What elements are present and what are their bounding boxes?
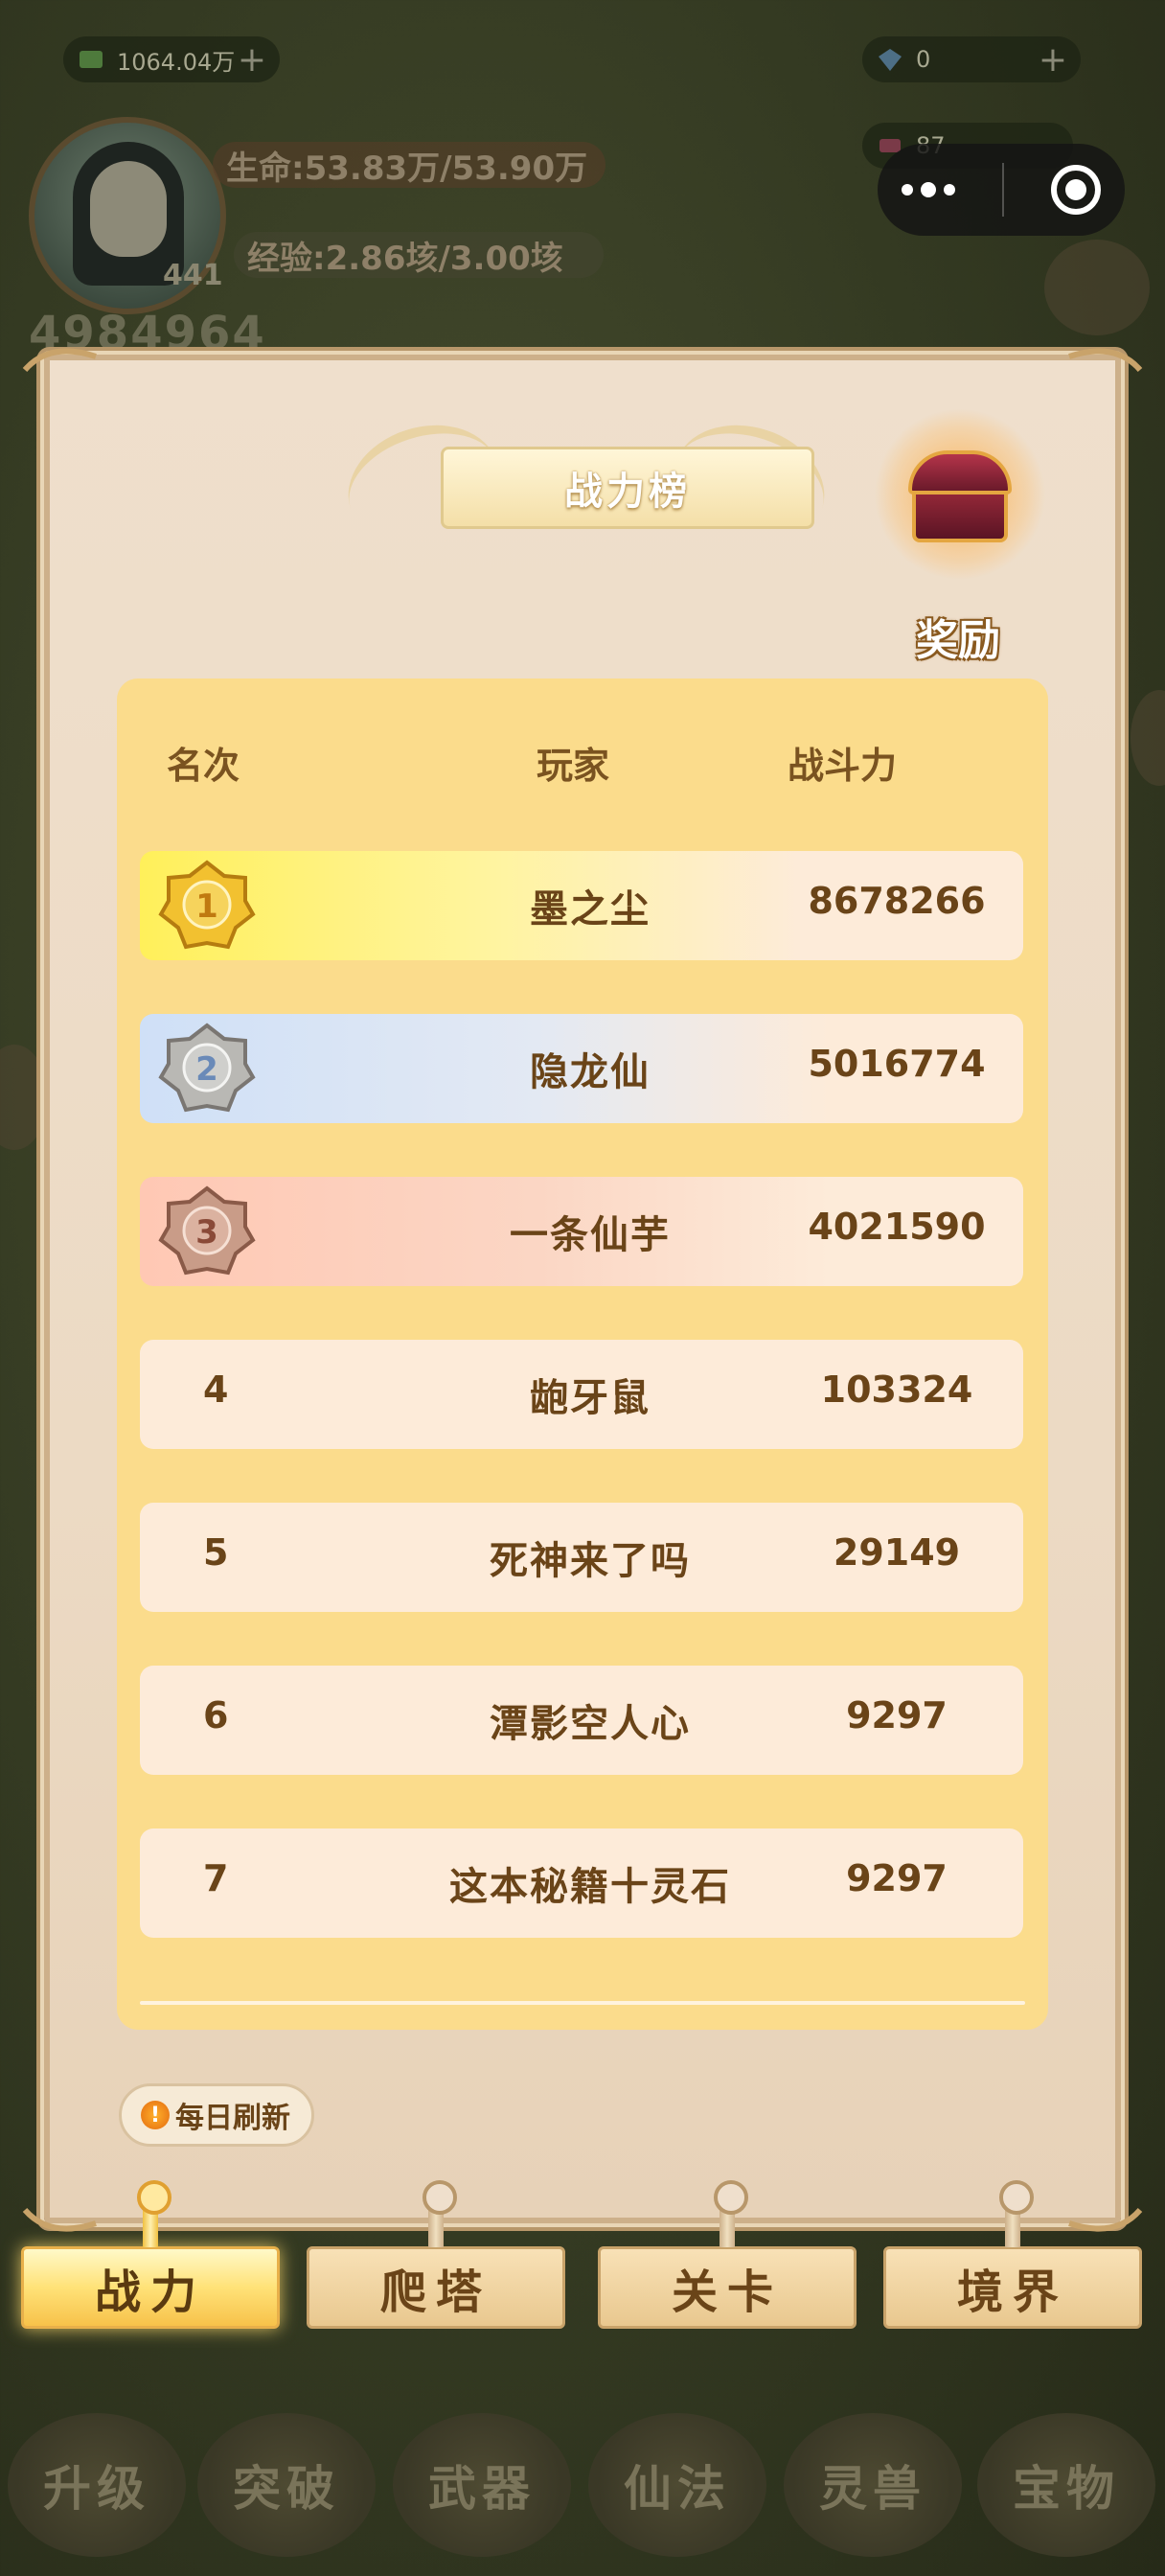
tab-stage[interactable]: 关卡 (598, 2180, 857, 2329)
player-name: 死神来了吗 (490, 1539, 691, 1583)
mini-program-capsule (878, 144, 1125, 236)
rank-number: 6 (203, 1694, 229, 1736)
header-power: 战斗力 (788, 745, 898, 787)
leaderboard-panel: 战力榜 奖励 名次 玩家 战斗力 1 墨之尘 8678266 2 隐龙仙 501… (22, 348, 1143, 2232)
tab-label: 爬塔 (379, 2266, 491, 2319)
player-power: 9297 (846, 1857, 948, 1899)
header-player: 玩家 (537, 745, 610, 787)
player-name: 龅牙鼠 (530, 1376, 651, 1420)
nav-upgrade-button[interactable]: 升级 (8, 2413, 186, 2557)
add-currency-button[interactable]: + (238, 40, 266, 80)
cash-icon (80, 51, 103, 68)
panel-title: 战力榜 (441, 447, 814, 529)
rank-number: 4 (203, 1368, 229, 1411)
table-row[interactable]: 3 一条仙芋 4021590 (140, 1177, 1023, 1286)
gold-medal-icon: 1 (157, 857, 257, 956)
reward-label[interactable]: 奖励 (916, 606, 1000, 667)
tab-label: 境界 (956, 2266, 1068, 2319)
exp-bar: 经验:2.86垓/3.00垓 (234, 232, 604, 278)
tab-combat-power[interactable]: 战力 (21, 2180, 280, 2329)
tab-realm[interactable]: 境界 (883, 2180, 1142, 2329)
rank-number: 5 (203, 1531, 229, 1574)
rank-3-label: 3 (195, 1213, 218, 1252)
tab-tower[interactable]: 爬塔 (307, 2180, 565, 2329)
table-row[interactable]: 4 龅牙鼠 103324 (140, 1340, 1023, 1449)
mail-button[interactable] (1044, 240, 1150, 335)
table-row[interactable]: 6 潭影空人心 9297 (140, 1666, 1023, 1775)
tab-hook (423, 2180, 457, 2247)
player-power: 4021590 (808, 1206, 986, 1248)
table-row[interactable]: 7 这本秘籍十灵石 9297 (140, 1828, 1023, 1938)
player-name: 这本秘籍十灵石 (449, 1865, 731, 1909)
hp-bar: 生命:53.83万/53.90万 (213, 142, 605, 188)
corner-ornament-top-right (1068, 348, 1143, 373)
tab-hook (999, 2180, 1034, 2247)
avatar-face (90, 161, 167, 257)
gem-value: 0 (916, 46, 931, 73)
close-miniprogram-icon[interactable] (1051, 165, 1102, 215)
player-level: 441 (163, 259, 223, 292)
tab-label: 战力 (94, 2266, 206, 2319)
nav-treasure-button[interactable]: 宝物 (977, 2413, 1155, 2557)
hp-text: 生命:53.83万/53.90万 (226, 149, 588, 188)
diamond-icon (879, 49, 902, 71)
player-name: 隐龙仙 (530, 1050, 651, 1094)
player-power: 5016774 (808, 1043, 986, 1085)
tab-hook (137, 2180, 171, 2247)
player-power: 9297 (846, 1694, 948, 1736)
more-icon[interactable] (901, 182, 955, 197)
player-name: 一条仙芋 (510, 1213, 671, 1257)
table-row[interactable]: 5 死神来了吗 29149 (140, 1503, 1023, 1612)
list-scroll-edge (140, 2001, 1025, 2005)
nav-spell-button[interactable]: 仙法 (588, 2413, 766, 2557)
player-power: 29149 (833, 1531, 961, 1574)
rank-1-label: 1 (195, 887, 218, 926)
silver-medal-icon: 2 (157, 1020, 257, 1119)
tab-label: 关卡 (671, 2266, 783, 2319)
player-name: 潭影空人心 (490, 1702, 691, 1746)
player-name: 墨之尘 (530, 887, 651, 932)
info-icon: ! (141, 2101, 170, 2129)
corner-ornament-top-left (22, 348, 97, 373)
panel-title-text: 战力榜 (564, 470, 691, 514)
header-rank: 名次 (167, 745, 240, 787)
refresh-label: 每日刷新 (175, 2102, 290, 2135)
currency-value: 1064.04万 (117, 48, 236, 76)
table-row[interactable]: 1 墨之尘 8678266 (140, 851, 1023, 960)
reward-chest-button[interactable] (874, 408, 1046, 638)
tab-hook (714, 2180, 748, 2247)
table-row[interactable]: 2 隐龙仙 5016774 (140, 1014, 1023, 1123)
ranking-header: 名次 玩家 战斗力 (117, 736, 1048, 794)
corner-ornament-bottom-right (1068, 2207, 1143, 2232)
nav-beast-button[interactable]: 灵兽 (784, 2413, 962, 2557)
player-power: 103324 (820, 1368, 973, 1411)
corner-ornament-bottom-left (22, 2207, 97, 2232)
player-power: 8678266 (808, 880, 986, 922)
rank-number: 7 (203, 1857, 229, 1899)
currency-pill[interactable]: 1064.04万 + (63, 36, 280, 82)
add-gem-button[interactable]: + (1039, 40, 1067, 80)
side-button-left[interactable] (0, 1045, 48, 1150)
nav-weapon-button[interactable]: 武器 (393, 2413, 571, 2557)
daily-refresh-badge: ! 每日刷新 (119, 2083, 314, 2147)
bronze-medal-icon: 3 (157, 1183, 257, 1282)
nav-breakthrough-button[interactable]: 突破 (197, 2413, 376, 2557)
exp-text: 经验:2.86垓/3.00垓 (247, 239, 563, 278)
ranking-board: 名次 玩家 战斗力 1 墨之尘 8678266 2 隐龙仙 5016774 3 (117, 678, 1048, 2030)
gem-pill[interactable]: 0 + (862, 36, 1081, 82)
rank-2-label: 2 (195, 1050, 218, 1089)
side-button-right[interactable] (1131, 690, 1165, 786)
capsule-divider (1001, 163, 1004, 217)
